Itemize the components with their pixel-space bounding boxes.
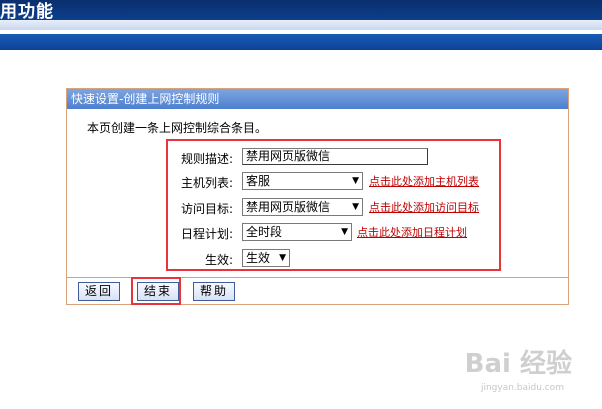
form-highlight-box	[166, 139, 501, 271]
baidu-watermark-logo: Bai 经验	[464, 349, 572, 379]
panel-header: 快速设置-创建上网控制规则	[67, 89, 568, 109]
top-banner: 用功能	[0, 0, 602, 50]
finish-highlight-box	[131, 277, 181, 305]
banner-bottom-band	[0, 34, 602, 50]
help-button[interactable]: 帮助	[193, 282, 235, 301]
panel-intro: 本页创建一条上网控制综合条目。	[87, 121, 268, 135]
baidu-watermark-url: jingyan.baidu.com	[480, 383, 564, 393]
banner-title: 用功能	[0, 2, 54, 22]
banner-stripe	[0, 20, 602, 30]
back-button[interactable]: 返回	[78, 282, 120, 301]
banner-dark-band	[0, 0, 602, 20]
